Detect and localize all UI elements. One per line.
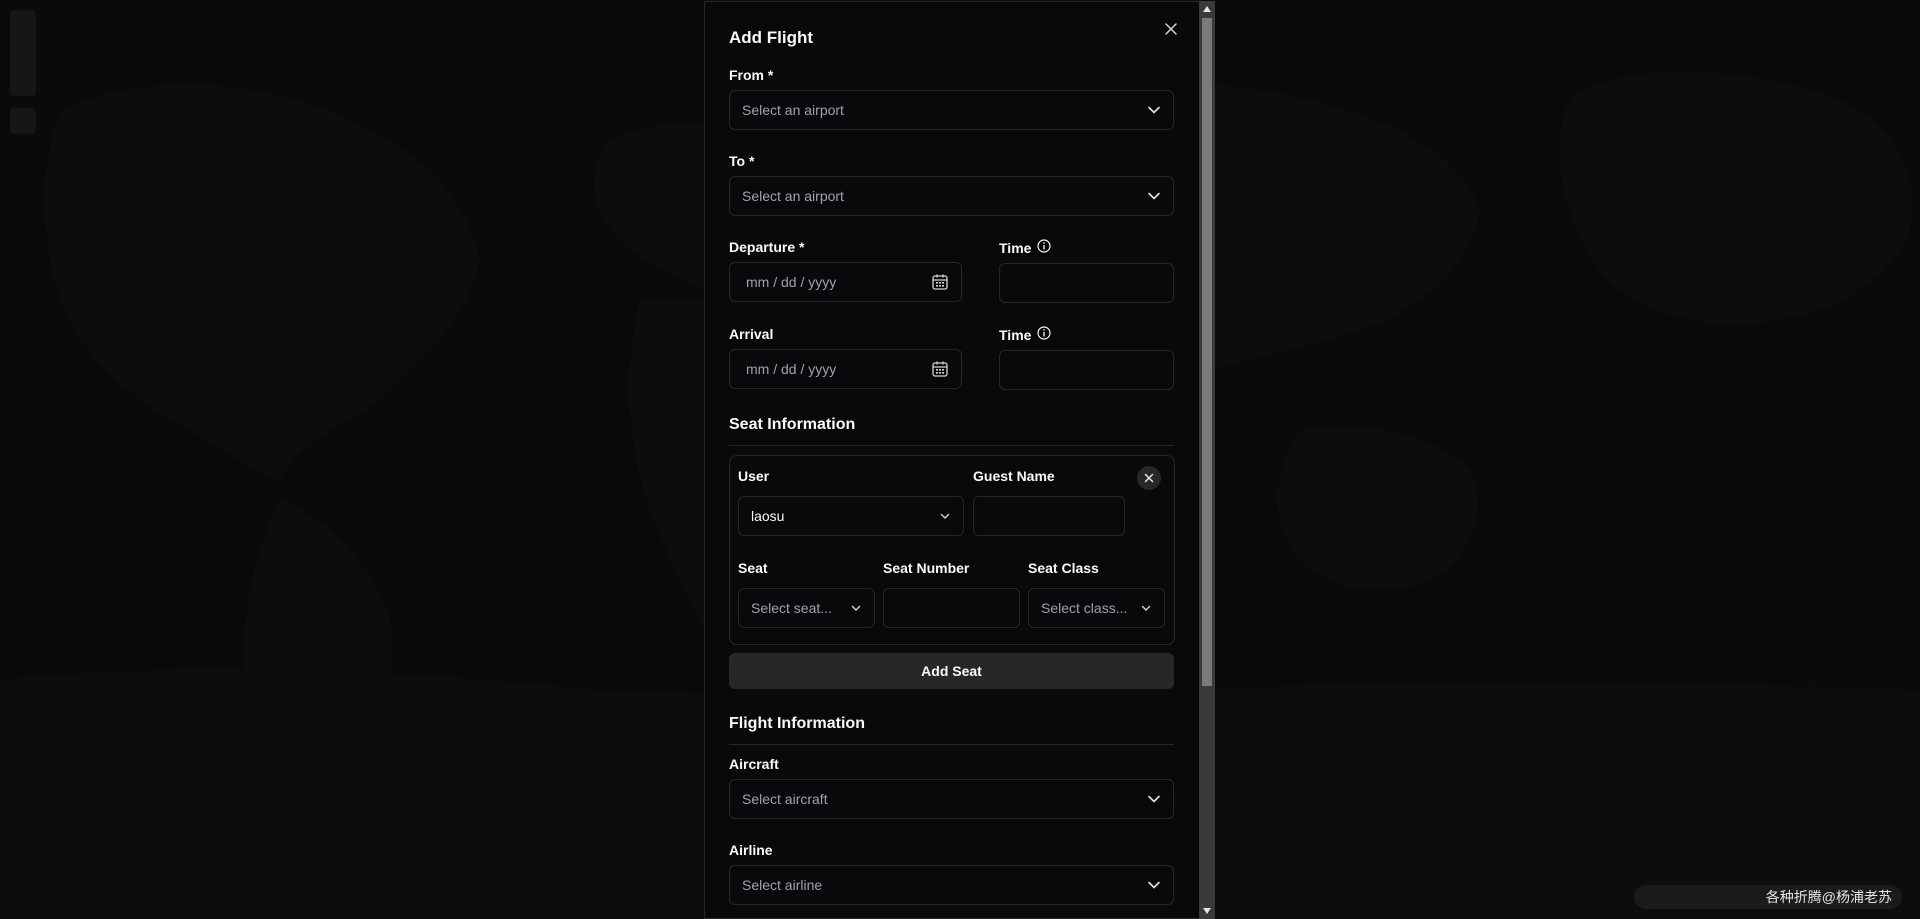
chevron-down-icon [1140,602,1152,614]
airline-label: Airline [729,842,773,858]
user-label: User [738,468,770,484]
departure-time-input[interactable] [999,263,1174,303]
departure-date-input[interactable]: mm / dd / yyyy [729,262,962,302]
to-select-placeholder: Select an airport [742,188,844,204]
departure-time-label: Time [999,239,1052,256]
close-icon [1144,473,1154,483]
to-label: To * [729,153,755,169]
aircraft-label: Aircraft [729,756,779,772]
chevron-down-icon [1147,792,1161,806]
info-icon[interactable] [1037,326,1052,343]
dialog-scrollbar[interactable] [1199,1,1215,919]
arrival-label: Arrival [729,326,774,342]
seat-class-placeholder: Select class... [1041,600,1128,616]
seat-class-label: Seat Class [1028,560,1099,576]
flight-section-title: Flight Information [729,715,865,732]
seat-number-input[interactable] [883,588,1020,628]
chevron-down-icon [1147,878,1161,892]
seat-card: User laosu Guest Name Seat Select seat..… [729,455,1175,645]
aircraft-select[interactable]: Select aircraft [729,779,1174,819]
seat-select[interactable]: Select seat... [738,588,875,628]
airline-select[interactable]: Select airline [729,865,1174,905]
scroll-up-arrow-icon[interactable] [1199,1,1215,17]
guest-name-input[interactable] [973,496,1125,536]
arrival-time-label: Time [999,326,1052,343]
scrollbar-thumb[interactable] [1202,18,1212,686]
aircraft-select-placeholder: Select aircraft [742,791,828,807]
seat-label: Seat [738,560,768,576]
guest-name-label: Guest Name [973,468,1055,484]
seat-section-title: Seat Information [729,416,856,433]
chevron-down-icon [1147,103,1161,117]
from-select-placeholder: Select an airport [742,102,844,118]
departure-date-placeholder: mm / dd / yyyy [746,274,837,290]
user-select-value: laosu [751,508,785,524]
seat-select-placeholder: Select seat... [751,600,832,616]
watermark-text: 各种折腾@杨浦老苏 [1765,889,1892,905]
add-seat-button[interactable]: Add Seat [729,653,1174,689]
user-select[interactable]: laosu [738,496,964,536]
info-icon[interactable] [1037,239,1052,256]
arrival-date-input[interactable]: mm / dd / yyyy [729,349,962,389]
departure-label: Departure * [729,239,805,255]
dialog-title: Add Flight [729,28,814,47]
calendar-icon[interactable] [931,360,949,378]
chevron-down-icon [1147,189,1161,203]
calendar-icon[interactable] [931,273,949,291]
chevron-down-icon [939,510,951,522]
seat-number-label: Seat Number [883,560,970,576]
airline-select-placeholder: Select airline [742,877,823,893]
close-icon[interactable] [1162,20,1180,38]
remove-seat-button[interactable] [1137,466,1161,490]
map-controls [10,10,36,134]
flight-section-divider [729,744,1174,745]
map-layers-button[interactable] [10,108,36,134]
add-flight-dialog: Add Flight From * Select an airport To *… [704,1,1215,919]
arrival-time-input[interactable] [999,350,1174,390]
seat-class-select[interactable]: Select class... [1028,588,1165,628]
chevron-down-icon [850,602,862,614]
arrival-date-placeholder: mm / dd / yyyy [746,361,837,377]
watermark: 各种折腾@杨浦老苏 [1634,885,1902,909]
seat-section-divider [729,445,1174,446]
scroll-down-arrow-icon[interactable] [1199,903,1215,919]
from-label: From * [729,67,774,83]
to-select[interactable]: Select an airport [729,176,1174,216]
from-select[interactable]: Select an airport [729,90,1174,130]
map-zoom-controls[interactable] [10,10,36,96]
